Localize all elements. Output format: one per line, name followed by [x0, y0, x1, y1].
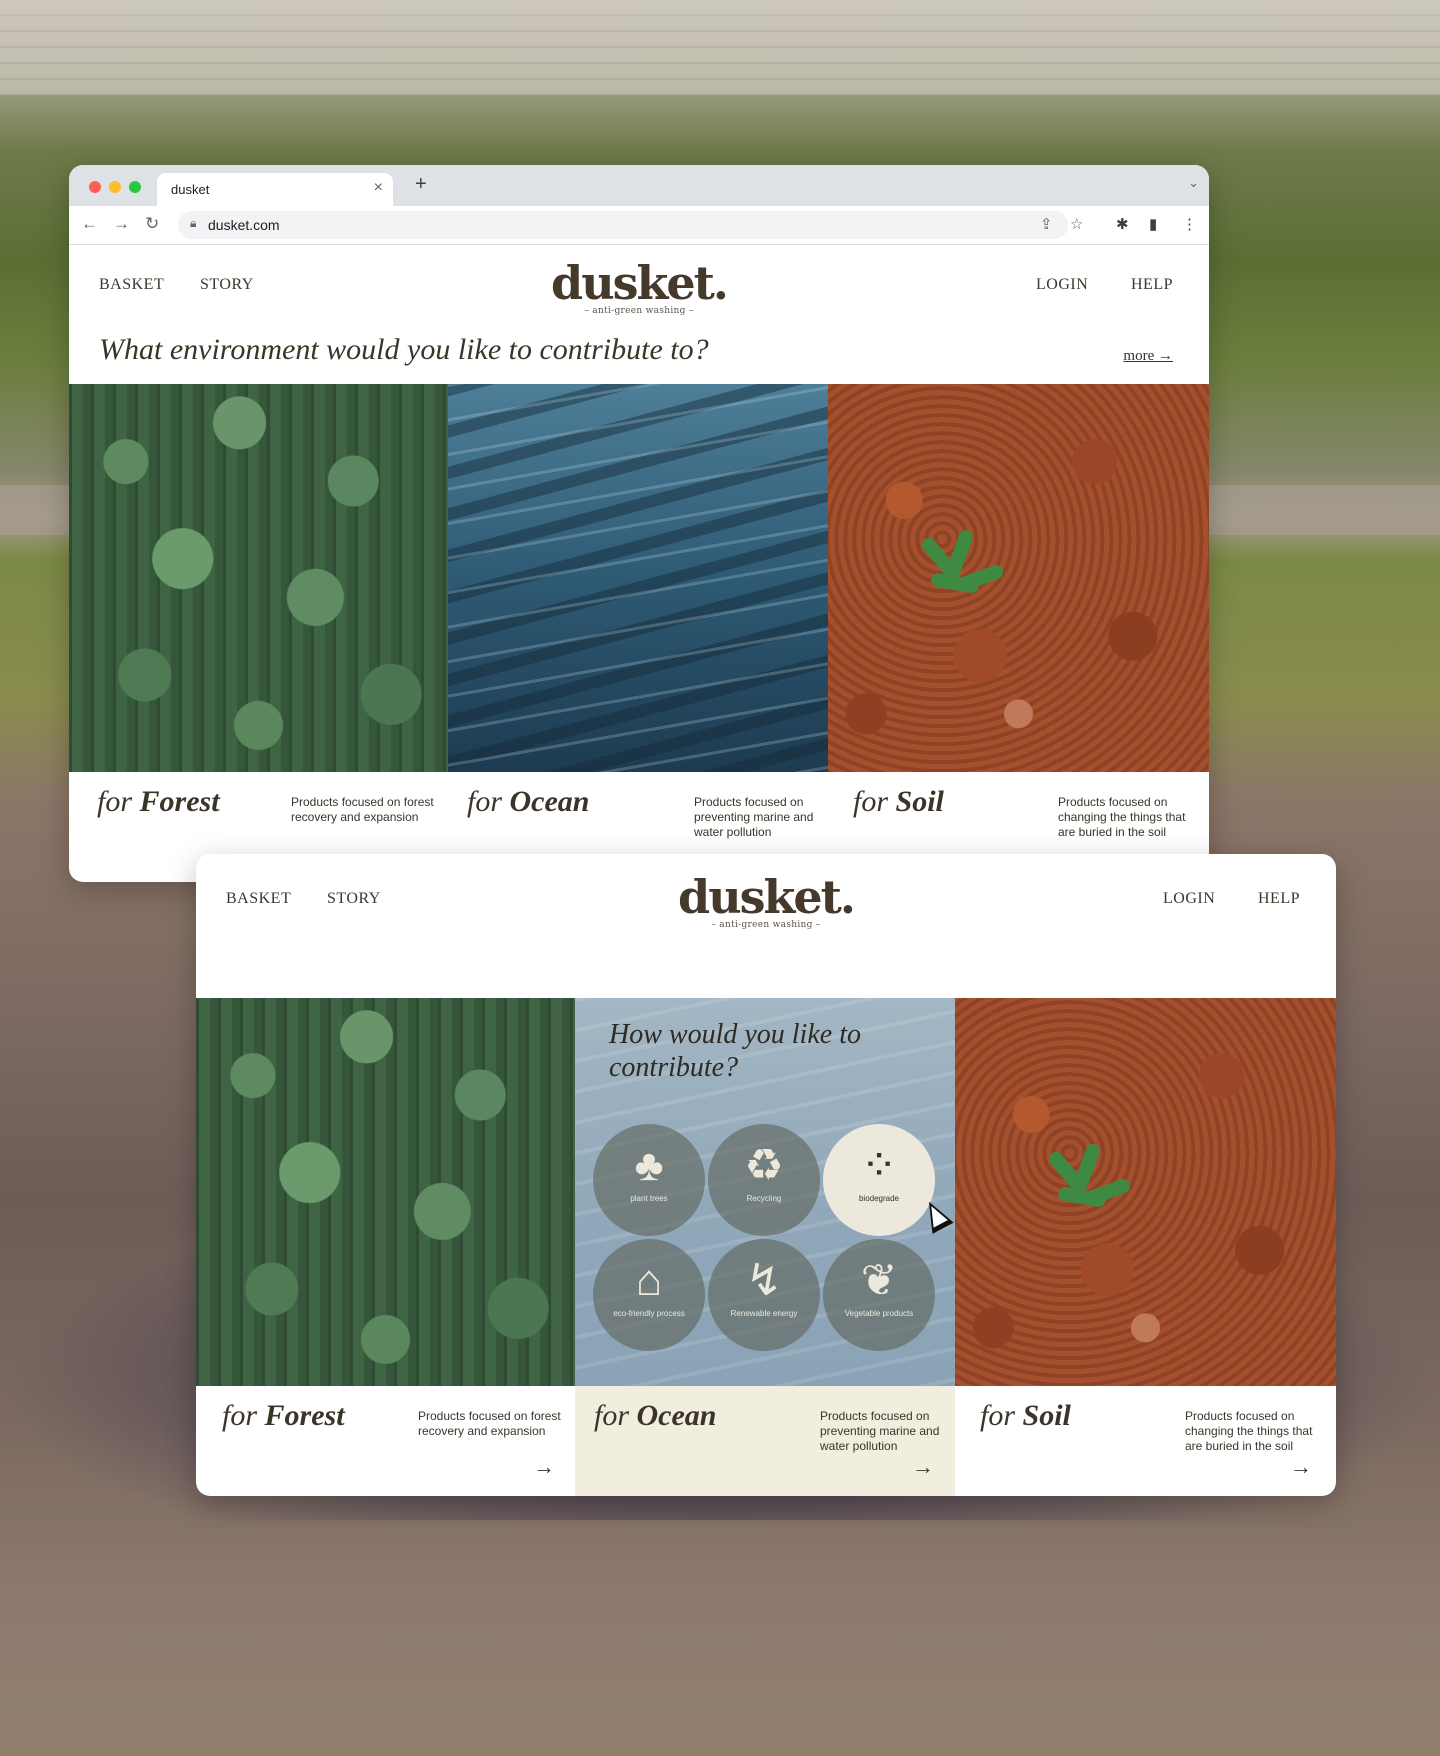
site-window-detail: BASKET STORY dusket. – anti-green washin…: [196, 854, 1336, 1496]
logo-wordmark: dusket.: [678, 870, 856, 924]
tab-bar: dusket × + ⌄: [69, 165, 1209, 206]
forest-caption-prefix: for: [97, 785, 133, 818]
chevron-down-icon[interactable]: ⌄: [1188, 175, 1199, 191]
forest-caption-desc: Products focused on forest recovery and …: [418, 1409, 561, 1438]
ocean-caption-name: Ocean: [509, 785, 590, 818]
url-field[interactable]: 🔒︎ dusket.com ⇪ ☆: [178, 211, 1083, 239]
nav-help[interactable]: HELP: [1131, 276, 1173, 294]
ocean-caption-title[interactable]: for Ocean: [594, 1399, 717, 1433]
forest-image[interactable]: [196, 998, 575, 1386]
soil-caption-name: Soil: [895, 785, 944, 818]
plant-trees-icon: ♣: [634, 1141, 664, 1190]
nav-story[interactable]: STORY: [327, 890, 381, 908]
renewable-energy-icon: ↯: [745, 1256, 783, 1305]
nav-basket[interactable]: BASKET: [226, 890, 291, 908]
forest-caption-title[interactable]: for Forest: [97, 785, 220, 819]
soil-caption-name: Soil: [1022, 1399, 1071, 1432]
more-link[interactable]: more →: [1123, 348, 1173, 365]
option-eco-friendly-process[interactable]: ⌂ eco-friendly process: [593, 1239, 705, 1351]
soil-caption-prefix: for: [853, 785, 889, 818]
lock-icon: 🔒︎: [190, 216, 197, 230]
forward-arrow-icon[interactable]: →: [113, 214, 130, 234]
option-label: Renewable energy: [730, 1309, 798, 1318]
nav-help[interactable]: HELP: [1258, 890, 1300, 908]
sprout-leaf: [945, 528, 975, 578]
ocean-arrow-icon[interactable]: →: [912, 1454, 934, 1480]
biodegrade-icon: ⁘: [860, 1141, 898, 1190]
back-arrow-icon[interactable]: ←: [81, 214, 98, 234]
ocean-caption-desc: Products focused on preventing marine an…: [820, 1409, 940, 1453]
forest-caption-name: Forest: [139, 785, 220, 818]
sidebar-icon[interactable]: ▮: [1149, 215, 1157, 233]
address-bar: ← → ↻ 🔒︎ dusket.com ⇪ ☆ ✱ ▮ ⋮: [69, 206, 1209, 245]
forest-caption-name: Forest: [264, 1399, 345, 1432]
star-icon[interactable]: ☆: [1070, 215, 1083, 233]
browser-tab[interactable]: dusket ×: [157, 173, 393, 206]
menu-kebab-icon[interactable]: ⋮: [1182, 215, 1197, 233]
soil-arrow-icon[interactable]: →: [1290, 1454, 1312, 1480]
forest-caption-desc: Products focused on forest recovery and …: [291, 795, 434, 824]
option-biodegrade[interactable]: ⁘ biodegrade: [823, 1124, 935, 1236]
ocean-caption-prefix: for: [467, 785, 503, 818]
nav-story[interactable]: STORY: [200, 276, 254, 294]
soil-image[interactable]: [955, 998, 1336, 1386]
soil-caption-prefix: for: [980, 1399, 1016, 1432]
option-label: biodegrade: [858, 1194, 900, 1203]
soil-caption-title[interactable]: for Soil: [980, 1399, 1071, 1433]
recycling-icon: ♻: [744, 1141, 784, 1190]
soil-image[interactable]: [828, 384, 1209, 772]
soil-caption-desc: Products focused on changing the things …: [1185, 1409, 1313, 1453]
ocean-contribute-panel: How would you like to contribute? ♣ plan…: [575, 998, 955, 1386]
contribute-question: How would you like to contribute?: [609, 1019, 861, 1083]
option-recycling[interactable]: ♻ Recycling: [708, 1124, 820, 1236]
ocean-caption-title[interactable]: for Ocean: [467, 785, 590, 819]
option-label: Vegetable products: [844, 1309, 914, 1318]
nav-login[interactable]: LOGIN: [1036, 276, 1088, 294]
background-wall: [0, 0, 1440, 95]
soil-caption-desc: Products focused on changing the things …: [1058, 795, 1186, 839]
forest-image[interactable]: [69, 384, 448, 772]
site-logo[interactable]: dusket. – anti-green washing –: [666, 874, 866, 930]
ocean-caption-name: Ocean: [636, 1399, 717, 1432]
vegetable-products-icon: ❦: [860, 1256, 898, 1305]
ocean-image[interactable]: [448, 384, 828, 772]
nav-login[interactable]: LOGIN: [1163, 890, 1215, 908]
option-renewable-energy[interactable]: ↯ Renewable energy: [708, 1239, 820, 1351]
share-icon[interactable]: ⇪: [1040, 215, 1053, 233]
environment-question: What environment would you like to contr…: [99, 333, 709, 366]
soil-caption-title[interactable]: for Soil: [853, 785, 944, 819]
maximize-window-button[interactable]: [129, 181, 141, 193]
eco-factory-icon: ⌂: [635, 1256, 663, 1305]
logo-wordmark: dusket.: [551, 256, 729, 310]
browser-window: dusket × + ⌄ ← → ↻ 🔒︎ dusket.com ⇪ ☆ ✱ ▮…: [69, 165, 1209, 882]
nav-basket[interactable]: BASKET: [99, 276, 164, 294]
minimize-window-button[interactable]: [109, 181, 121, 193]
new-tab-button[interactable]: +: [415, 173, 427, 196]
ocean-caption-desc: Products focused on preventing marine an…: [694, 795, 814, 839]
option-vegetable-products[interactable]: ❦ Vegetable products: [823, 1239, 935, 1351]
option-label: Recycling: [746, 1194, 782, 1203]
option-label: plant trees: [630, 1194, 668, 1203]
ocean-caption-prefix: for: [594, 1399, 630, 1432]
tab-title: dusket: [171, 182, 210, 197]
reload-icon[interactable]: ↻: [145, 214, 159, 234]
site-logo[interactable]: dusket. – anti-green washing –: [539, 260, 739, 316]
option-plant-trees[interactable]: ♣ plant trees: [593, 1124, 705, 1236]
forest-caption-prefix: for: [222, 1399, 258, 1432]
url-text: dusket.com: [208, 217, 280, 233]
forest-arrow-icon[interactable]: →: [533, 1454, 555, 1480]
close-window-button[interactable]: [89, 181, 101, 193]
option-label: eco-friendly process: [613, 1309, 685, 1318]
sprout-leaf: [1072, 1142, 1102, 1192]
extensions-icon[interactable]: ✱: [1116, 215, 1129, 233]
forest-caption-title[interactable]: for Forest: [222, 1399, 345, 1433]
tab-close-icon[interactable]: ×: [374, 179, 383, 197]
